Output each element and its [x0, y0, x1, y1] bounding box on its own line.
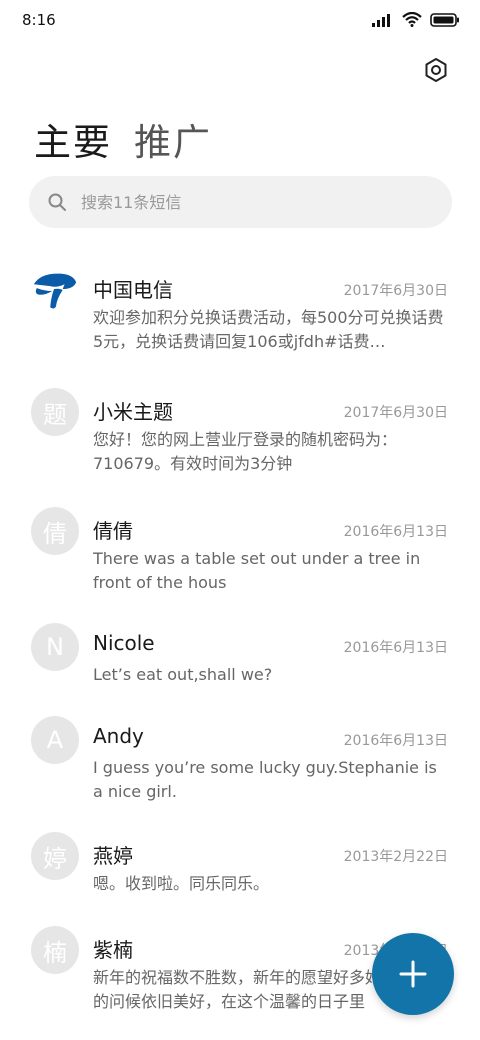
category-tabs: 主要 推广 [34, 112, 212, 166]
china-telecom-logo-icon [31, 266, 79, 314]
new-message-button[interactable] [372, 933, 454, 1015]
message-date: 2016年6月13日 [343, 733, 448, 749]
message-date: 2016年6月13日 [343, 640, 448, 656]
conversation-row[interactable]: 倩 倩倩 2016年6月13日 There was a table set ou… [0, 499, 480, 599]
contact-name: 燕婷 [93, 844, 133, 868]
contact-name: 紫楠 [93, 938, 133, 962]
tab-promotions[interactable]: 推广 [134, 112, 212, 166]
message-preview: 嗯。收到啦。同乐同乐。 [93, 874, 270, 893]
contact-name: Andy [93, 724, 144, 748]
battery-icon [430, 12, 459, 27]
message-preview: 您好！您的网上营业厅登录的随机密码为：710679。有效时间为3分钟 [93, 430, 398, 473]
tab-main[interactable]: 主要 [34, 112, 112, 166]
status-bar: 8:16 [0, 0, 480, 42]
conversation-row[interactable]: A Andy 2016年6月13日 I guess you’re some lu… [0, 708, 480, 808]
wifi-icon [402, 12, 422, 27]
search-input[interactable] [79, 191, 403, 213]
avatar: 倩 [31, 507, 79, 555]
status-time: 8:16 [22, 11, 56, 29]
avatar: A [31, 716, 79, 764]
avatar: 婷 [31, 832, 79, 880]
contact-name: 中国电信 [93, 278, 173, 302]
message-preview: There was a table set out under a tree i… [93, 549, 421, 592]
search-bar[interactable] [29, 176, 452, 228]
conversation-row[interactable]: N Nicole 2016年6月13日 Let’s eat out,shall … [0, 615, 480, 715]
message-preview: Let’s eat out,shall we? [93, 665, 273, 684]
message-date: 2016年6月13日 [343, 524, 448, 540]
avatar: N [31, 623, 79, 671]
message-date: 2017年6月30日 [343, 405, 448, 421]
conversation-row[interactable]: 题 小米主题 2017年6月30日 您好！您的网上营业厅登录的随机密码为：710… [0, 380, 480, 480]
conversation-row[interactable]: 婷 燕婷 2013年2月22日 嗯。收到啦。同乐同乐。 [0, 824, 480, 924]
plus-icon [399, 960, 427, 988]
message-preview: 欢迎参加积分兑换话费活动，每500分可兑换话费5元，兑换话费请回复106或jfd… [93, 308, 444, 351]
avatar: 题 [31, 388, 79, 436]
settings-button[interactable] [418, 52, 454, 88]
conversation-row[interactable]: 中国电信 2017年6月30日 欢迎参加积分兑换话费活动，每500分可兑换话费5… [0, 258, 480, 358]
message-preview: I guess you’re some lucky guy.Stephanie … [93, 758, 437, 801]
message-date: 2013年2月22日 [343, 849, 448, 865]
signal-icon [372, 13, 390, 27]
avatar: 楠 [31, 926, 79, 974]
message-date: 2017年6月30日 [343, 283, 448, 299]
gear-icon [425, 58, 447, 82]
status-icons [372, 12, 460, 27]
contact-name: 倩倩 [93, 519, 133, 543]
contact-name: Nicole [93, 631, 155, 655]
search-icon [48, 193, 66, 211]
contact-name: 小米主题 [93, 400, 173, 424]
